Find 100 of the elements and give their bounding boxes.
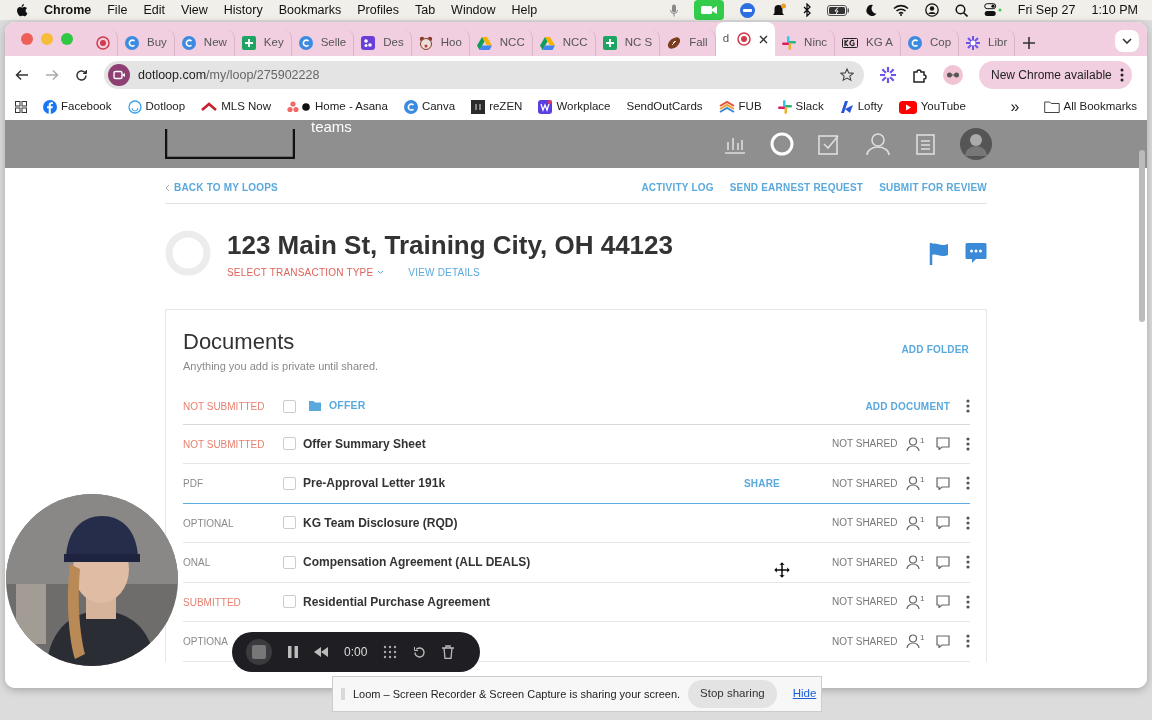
tab-list-button[interactable] — [1115, 30, 1139, 52]
more-options-icon[interactable] — [966, 555, 970, 570]
menu-item[interactable]: Help — [511, 0, 538, 20]
user-account-icon[interactable] — [924, 3, 939, 17]
browser-tab[interactable]: d — [715, 22, 776, 56]
menu-item[interactable]: Bookmarks — [278, 0, 342, 20]
menu-bar-date[interactable]: Fri Sep 27 — [1017, 0, 1076, 20]
menu-item[interactable]: Window — [451, 0, 496, 20]
address-bar[interactable]: dotloop.com/my/loop/275902228 — [104, 61, 864, 89]
extension-sparkle-icon[interactable] — [880, 67, 896, 83]
comment-icon[interactable] — [936, 595, 950, 609]
bookmark[interactable]: YouTube — [898, 98, 966, 116]
document-name[interactable]: Residential Purchase Agreement — [303, 592, 490, 611]
stop-sharing-button[interactable]: Stop sharing — [688, 680, 777, 708]
document-name[interactable]: Offer Summary Sheet — [303, 434, 426, 453]
app-name[interactable]: Chrome — [44, 0, 92, 20]
menu-item[interactable]: Tab — [414, 0, 436, 20]
rewind-icon[interactable] — [314, 647, 328, 657]
plus-icon[interactable] — [1023, 37, 1036, 49]
bookmark[interactable]: Workplace — [538, 98, 611, 116]
update-button[interactable]: New Chrome available — [979, 61, 1132, 89]
profile-avatar-icon[interactable] — [943, 65, 963, 85]
ring-icon[interactable] — [770, 132, 794, 156]
comment-icon[interactable] — [936, 634, 950, 648]
checkbox[interactable] — [283, 437, 296, 451]
person-icon[interactable] — [906, 594, 920, 609]
user-avatar-icon[interactable] — [960, 128, 992, 160]
pause-icon[interactable] — [288, 646, 298, 658]
star-icon[interactable] — [840, 68, 854, 82]
checkbox[interactable] — [283, 595, 296, 609]
trash-icon[interactable] — [442, 645, 455, 659]
bookmark[interactable]: reZEN — [471, 98, 523, 116]
menu-item[interactable]: File — [107, 0, 128, 20]
flag-icon[interactable] — [929, 241, 949, 265]
menu-item[interactable]: History — [223, 0, 263, 20]
monogram-icon — [842, 38, 859, 48]
menu-item[interactable]: Profiles — [357, 0, 399, 20]
bookmark[interactable]: Slack — [777, 98, 824, 116]
checkbox[interactable] — [283, 399, 296, 413]
more-options-icon[interactable] — [966, 436, 970, 451]
bookmark[interactable]: FUB — [718, 98, 762, 116]
more-options-icon[interactable] — [966, 594, 970, 609]
extensions-icon[interactable] — [912, 67, 927, 83]
battery-icon[interactable] — [826, 4, 849, 16]
bookmark[interactable]: Home - Asana — [287, 98, 388, 116]
hide-link[interactable]: Hide — [792, 685, 817, 703]
moon-icon[interactable] — [864, 4, 877, 16]
lofty-logo-icon — [839, 100, 854, 114]
section-title: Documents — [183, 328, 296, 356]
more-options-icon[interactable] — [966, 476, 970, 491]
person-icon[interactable] — [906, 515, 920, 530]
person-icon[interactable] — [906, 476, 920, 491]
share-status: NOT SHARED — [832, 595, 899, 610]
person-icon[interactable] — [906, 634, 920, 649]
comment-icon[interactable] — [936, 437, 950, 451]
bell-icon[interactable] — [770, 2, 787, 18]
comment-icon[interactable] — [936, 555, 950, 569]
bookmark[interactable]: MLS Now — [201, 98, 271, 116]
bookmark[interactable]: Facebook — [43, 98, 112, 116]
document-name[interactable]: KG Team Disclosure (RQD) — [303, 513, 458, 532]
bookmarks-overflow-button[interactable]: » — [1010, 95, 1020, 119]
chevron-left-icon — [165, 183, 170, 192]
bookmark[interactable]: SendOutCards — [626, 98, 703, 116]
microphone-icon[interactable] — [669, 3, 678, 17]
comment-icon[interactable] — [936, 476, 950, 490]
search-icon[interactable] — [954, 3, 968, 17]
document-name[interactable]: Compensation Agreement (ALL DEALS) — [303, 553, 531, 572]
checkbox[interactable] — [283, 516, 296, 530]
meeting-app-icon[interactable] — [739, 2, 755, 18]
all-bookmarks-button[interactable]: All Bookmarks — [1043, 98, 1137, 116]
checkbox[interactable] — [283, 476, 296, 490]
comment-icon[interactable] — [936, 516, 950, 530]
menu-item[interactable]: Edit — [143, 0, 165, 20]
stop-recording-button[interactable] — [246, 639, 272, 665]
control-center-icon[interactable] — [983, 3, 1002, 17]
restart-icon[interactable] — [413, 645, 427, 659]
bookmark[interactable]: Dotloop — [127, 98, 186, 116]
more-options-icon[interactable] — [966, 515, 970, 530]
chat-bubble-icon[interactable] — [965, 242, 987, 264]
apps-grid-icon[interactable] — [15, 101, 27, 113]
more-options-icon[interactable] — [966, 399, 970, 413]
person-icon[interactable] — [906, 436, 920, 451]
back-icon[interactable] — [15, 69, 29, 81]
reload-icon[interactable] — [75, 68, 88, 82]
more-options-icon[interactable] — [966, 634, 970, 649]
menu-bar-time[interactable]: 1:10 PM — [1091, 0, 1138, 20]
canva-logo-icon — [125, 36, 139, 50]
transaction-type-dropdown[interactable]: SELECT TRANSACTION TYPE — [227, 265, 385, 280]
checkbox[interactable] — [283, 555, 296, 569]
menu-item[interactable]: View — [180, 0, 208, 20]
person-icon[interactable] — [906, 555, 920, 570]
bookmark[interactable]: Lofty — [839, 98, 883, 116]
scrollbar-thumb[interactable] — [1139, 150, 1145, 322]
close-icon[interactable] — [759, 34, 769, 44]
checkbox-icon[interactable] — [818, 133, 842, 155]
wifi-icon[interactable] — [892, 4, 909, 16]
document-name[interactable]: Pre-Approval Letter 191k — [303, 474, 446, 493]
dots-grid-icon[interactable] — [383, 645, 398, 659]
bluetooth-icon[interactable] — [802, 3, 811, 17]
bookmark[interactable]: Canva — [403, 98, 456, 116]
